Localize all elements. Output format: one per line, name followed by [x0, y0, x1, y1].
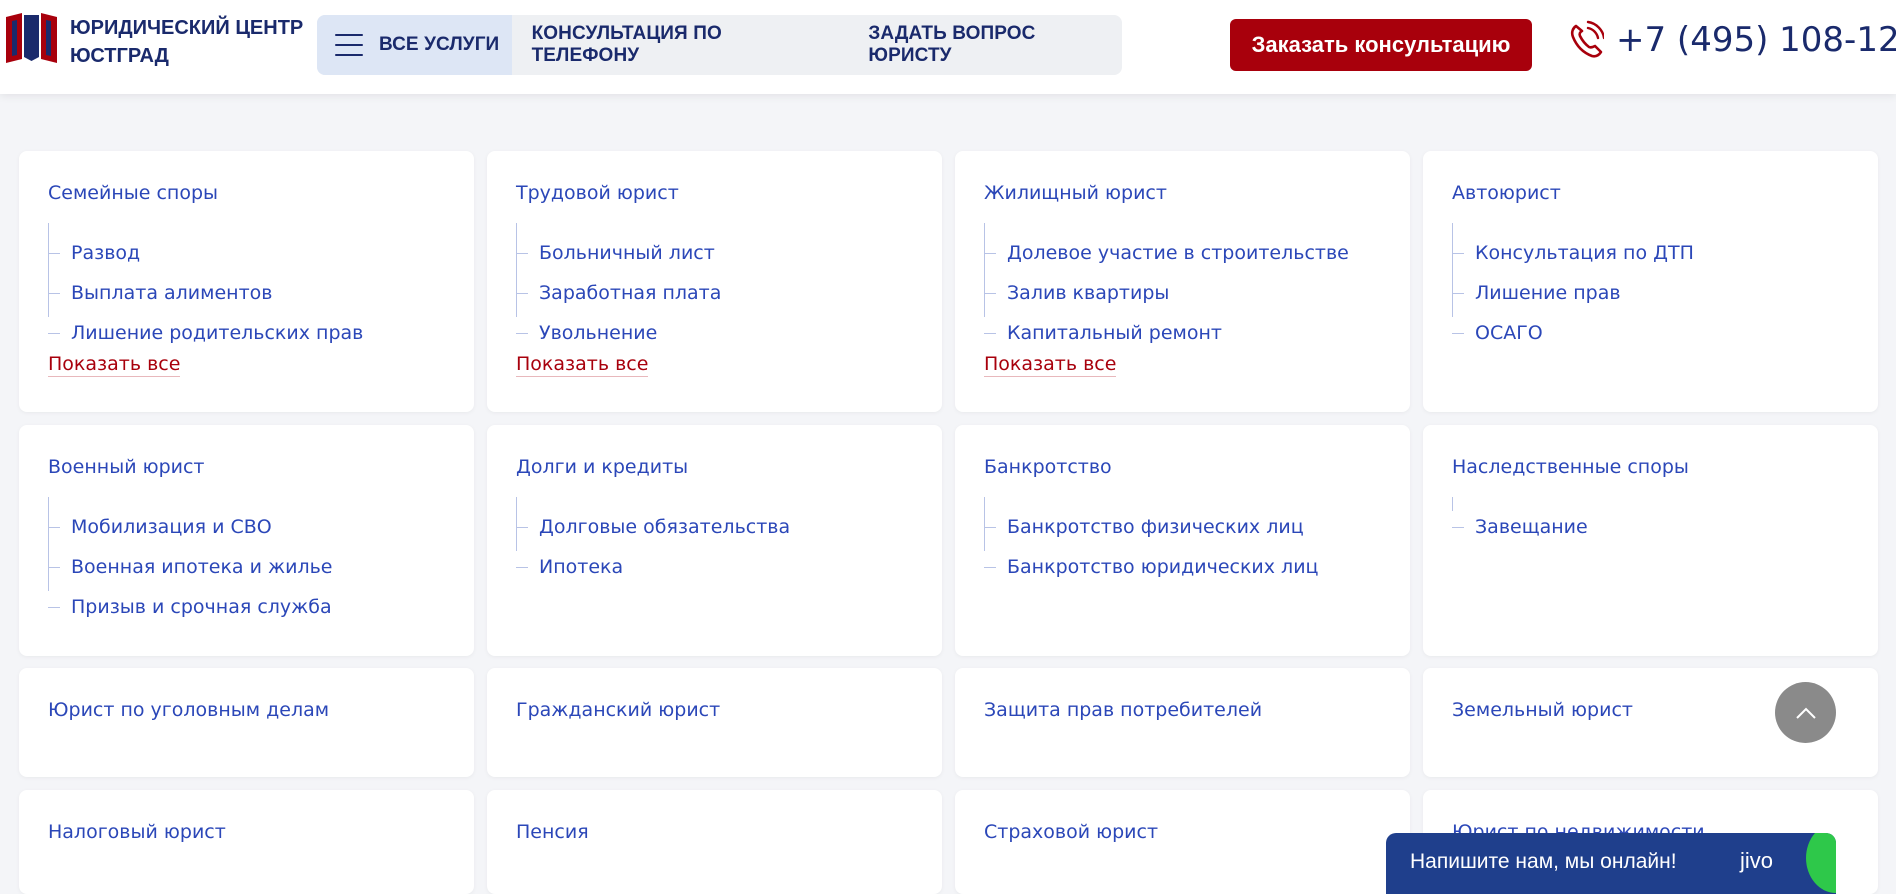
chat-text: Напишите нам, мы онлайн! — [1410, 850, 1677, 873]
service-card: Юрист по уголовным делам — [19, 668, 474, 777]
list-item[interactable]: Долговые обязательства — [516, 512, 790, 542]
list-item[interactable]: ОСАГО — [1452, 318, 1543, 348]
phone-link[interactable]: +7 (495) 108-12-38 — [1568, 20, 1896, 60]
list-item[interactable]: Больничный лист — [516, 238, 715, 268]
chat-widget[interactable]: Напишите нам, мы онлайн! jivo — [1386, 833, 1836, 894]
list-item[interactable]: Заработная плата — [516, 278, 721, 308]
card-title[interactable]: Трудовой юрист — [516, 182, 679, 204]
service-card: Налоговый юрист — [19, 790, 474, 894]
all-services-label: ВСЕ УСЛУГИ — [379, 34, 500, 55]
list-item[interactable]: Ипотека — [516, 552, 623, 582]
service-card: Защита прав потребителей — [955, 668, 1410, 777]
list-item[interactable]: Развод — [48, 238, 140, 268]
service-card: Страховой юрист — [955, 790, 1410, 894]
list-item[interactable]: Выплата алиментов — [48, 278, 272, 308]
list-item[interactable]: Призыв и срочная служба — [48, 592, 332, 622]
list-item[interactable]: Увольнение — [516, 318, 657, 348]
service-card: Гражданский юрист — [487, 668, 942, 777]
phone-icon — [1570, 20, 1604, 58]
card-title[interactable]: Долги и кредиты — [516, 456, 688, 478]
all-services-button[interactable]: ВСЕ УСЛУГИ — [317, 15, 512, 75]
card-title[interactable]: Защита прав потребителей — [984, 699, 1262, 721]
list-item[interactable]: Лишение прав — [1452, 278, 1621, 308]
service-card: Пенсия — [487, 790, 942, 894]
logo[interactable]: ЮРИДИЧЕСКИЙ ЦЕНТР ЮСТГРАД — [4, 9, 303, 70]
burger-menu-icon — [335, 34, 363, 56]
service-card: Военный юрист Мобилизация и СВО Военная … — [19, 425, 474, 656]
list-item[interactable]: Военная ипотека и жилье — [48, 552, 333, 582]
service-card: Семейные споры Развод Выплата алиментов … — [19, 151, 474, 412]
service-card: Банкротство Банкротство физических лиц Б… — [955, 425, 1410, 656]
service-card: Наследственные споры Завещание — [1423, 425, 1878, 656]
card-title[interactable]: Пенсия — [516, 821, 589, 843]
main-nav: ВСЕ УСЛУГИ КОНСУЛЬТАЦИЯ ПО ТЕЛЕФОНУ ЗАДА… — [317, 15, 1122, 75]
service-card: Долги и кредиты Долговые обязательства И… — [487, 425, 942, 656]
list-item[interactable]: Завещание — [1452, 512, 1588, 542]
logo-line2: ЮСТГРАД — [70, 45, 169, 67]
jivo-logo: jivo — [1740, 848, 1774, 873]
card-title[interactable]: Земельный юрист — [1452, 699, 1633, 721]
list-item[interactable]: Долевое участие в строительстве — [984, 238, 1349, 268]
show-all-link[interactable]: Показать все — [516, 353, 649, 377]
show-all-link[interactable]: Показать все — [48, 353, 181, 377]
list-item[interactable]: Лишение родительских прав — [48, 318, 363, 348]
card-title[interactable]: Жилищный юрист — [984, 182, 1167, 204]
list-item[interactable]: Консультация по ДТП — [1452, 238, 1694, 268]
logo-mark-icon — [6, 13, 57, 63]
list-item[interactable]: Капитальный ремонт — [984, 318, 1222, 348]
card-title[interactable]: Наследственные споры — [1452, 456, 1689, 478]
order-consultation-button[interactable]: Заказать консультацию — [1230, 19, 1532, 71]
nav-ask-lawyer[interactable]: ЗАДАТЬ ВОПРОС ЮРИСТУ — [868, 23, 1122, 67]
show-all-link[interactable]: Показать все — [984, 353, 1117, 377]
card-title[interactable]: Семейные споры — [48, 182, 218, 204]
list-item[interactable]: Залив квартиры — [984, 278, 1169, 308]
list-item[interactable]: Мобилизация и СВО — [48, 512, 272, 542]
list-item[interactable]: Банкротство физических лиц — [984, 512, 1304, 542]
logo-text: ЮРИДИЧЕСКИЙ ЦЕНТР ЮСТГРАД — [70, 14, 303, 70]
list-item[interactable]: Банкротство юридических лиц — [984, 552, 1319, 582]
card-title[interactable]: Автоюрист — [1452, 182, 1561, 204]
card-title[interactable]: Налоговый юрист — [48, 821, 226, 843]
card-title[interactable]: Банкротство — [984, 456, 1112, 478]
nav-phone-consultation[interactable]: КОНСУЛЬТАЦИЯ ПО ТЕЛЕФОНУ — [532, 23, 833, 67]
service-card: Трудовой юрист Больничный лист Заработна… — [487, 151, 942, 412]
service-card: Автоюрист Консультация по ДТП Лишение пр… — [1423, 151, 1878, 412]
scroll-to-top-button[interactable] — [1775, 682, 1836, 743]
logo-line1: ЮРИДИЧЕСКИЙ ЦЕНТР — [70, 17, 304, 39]
card-title[interactable]: Военный юрист — [48, 456, 205, 478]
chevron-up-icon — [1795, 707, 1816, 719]
card-title[interactable]: Юрист по уголовным делам — [48, 699, 329, 721]
phone-number: +7 (495) 108-12-38 — [1616, 20, 1896, 60]
site-header: ЮРИДИЧЕСКИЙ ЦЕНТР ЮСТГРАД ВСЕ УСЛУГИ КОН… — [0, 0, 1896, 94]
service-card: Жилищный юрист Долевое участие в строите… — [955, 151, 1410, 412]
chat-status-indicator — [1806, 833, 1836, 893]
card-title[interactable]: Гражданский юрист — [516, 699, 720, 721]
card-title[interactable]: Страховой юрист — [984, 821, 1158, 843]
